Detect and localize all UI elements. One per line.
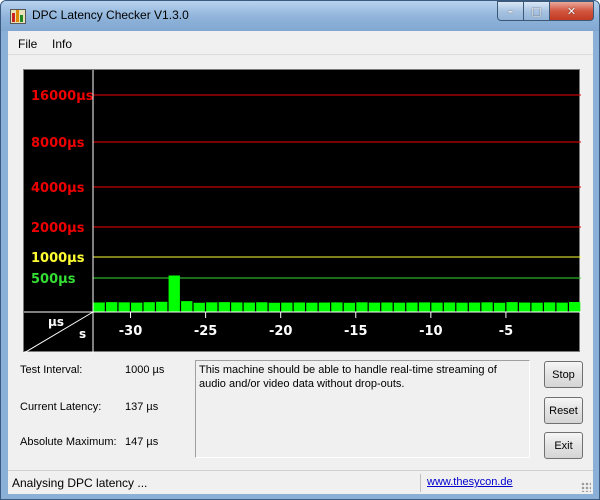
x-tick-label: -10 xyxy=(419,324,443,339)
x-tick-label: -25 xyxy=(194,324,218,339)
latency-bar xyxy=(118,302,130,312)
x-tick-label: -20 xyxy=(269,324,293,339)
x-unit-label: s xyxy=(79,327,86,341)
status-message-box: This machine should be able to handle re… xyxy=(195,360,530,458)
latency-bar xyxy=(368,302,381,312)
latency-bar xyxy=(468,302,481,312)
maximize-button[interactable]: □ xyxy=(524,1,550,21)
y-tick-label: 1000µs xyxy=(31,251,85,266)
website-link[interactable]: www.thesycon.de xyxy=(427,476,513,488)
latency-bar xyxy=(356,302,368,312)
latency-bar xyxy=(493,302,506,312)
menu-bar: File Info xyxy=(8,31,593,55)
minimize-button[interactable]: – xyxy=(497,1,524,21)
latency-bar xyxy=(443,302,456,312)
latency-bar xyxy=(556,302,568,312)
x-tick-label: -5 xyxy=(499,324,513,339)
app-window: DPC Latency Checker V1.3.0 – □ ✕ File In… xyxy=(0,0,600,500)
y-tick-label: 500µs xyxy=(31,272,76,287)
maximize-icon: □ xyxy=(531,4,542,18)
y-tick-label: 4000µs xyxy=(31,181,85,196)
current-latency-value: 137 µs xyxy=(125,401,159,413)
latency-bar xyxy=(168,275,180,312)
y-unit-label: µs xyxy=(48,315,64,329)
menu-info[interactable]: Info xyxy=(52,37,72,51)
latency-bar xyxy=(93,302,105,312)
current-latency-label: Current Latency: xyxy=(20,401,102,413)
latency-bar xyxy=(518,302,531,312)
latency-bar xyxy=(481,302,493,312)
x-tick-label: -15 xyxy=(344,324,368,339)
latency-bar xyxy=(331,302,343,312)
latency-bar xyxy=(406,302,418,312)
close-button[interactable]: ✕ xyxy=(550,1,594,21)
client-area: File Info 16000µs 8000µs 4000µs 2000µs 1000µ… xyxy=(8,31,593,494)
latency-chart: 16000µs 8000µs 4000µs 2000µs 1000µs 500µs µs s -… xyxy=(24,70,581,353)
latency-bar xyxy=(568,302,581,312)
caption-buttons: – □ ✕ xyxy=(497,1,594,21)
latency-bar xyxy=(393,302,406,312)
y-tick-label: 16000µs xyxy=(31,89,94,104)
latency-bar xyxy=(306,302,318,312)
window-title: DPC Latency Checker V1.3.0 xyxy=(32,8,189,22)
latency-bar xyxy=(206,302,218,312)
latency-bar xyxy=(506,302,518,312)
latency-bar xyxy=(318,302,331,312)
test-interval-value: 1000 µs xyxy=(125,364,165,376)
latency-bar xyxy=(543,302,556,312)
latency-bar xyxy=(256,302,268,312)
y-tick-label: 8000µs xyxy=(31,136,85,151)
stop-button[interactable]: Stop xyxy=(544,361,583,388)
latency-bar xyxy=(293,302,306,312)
resize-grip[interactable] xyxy=(581,482,591,492)
minimize-icon: – xyxy=(507,4,514,18)
latency-bar xyxy=(531,302,543,312)
test-interval-label: Test Interval: xyxy=(20,364,83,376)
x-tick-label: -30 xyxy=(119,324,143,339)
latency-bar xyxy=(243,302,255,312)
menu-file[interactable]: File xyxy=(18,37,37,51)
app-icon[interactable] xyxy=(10,9,26,24)
latency-bar xyxy=(418,302,431,312)
latency-bar xyxy=(218,302,230,312)
status-text: Analysing DPC latency ... xyxy=(12,476,148,490)
latency-bar xyxy=(131,302,143,312)
close-icon: ✕ xyxy=(566,4,577,18)
latency-bar xyxy=(268,302,280,312)
status-divider xyxy=(420,474,421,492)
status-bar: Analysing DPC latency ... www.thesycon.d… xyxy=(8,470,593,494)
latency-bar xyxy=(156,301,168,312)
title-bar[interactable]: DPC Latency Checker V1.3.0 – □ ✕ xyxy=(1,1,599,31)
absolute-maximum-label: Absolute Maximum: xyxy=(20,436,117,448)
reset-button[interactable]: Reset xyxy=(544,397,583,424)
latency-bar xyxy=(431,302,443,312)
y-tick-label: 2000µs xyxy=(31,221,85,236)
latency-bar xyxy=(381,302,393,312)
latency-graph: 16000µs 8000µs 4000µs 2000µs 1000µs 500µs µs s -… xyxy=(23,69,581,353)
latency-bar xyxy=(193,302,205,312)
latency-bar xyxy=(143,302,155,312)
absolute-maximum-value: 147 µs xyxy=(125,436,159,448)
latency-bar xyxy=(106,302,118,312)
latency-bar xyxy=(181,301,193,312)
exit-button[interactable]: Exit xyxy=(544,432,583,459)
latency-bar xyxy=(231,302,243,312)
latency-bar xyxy=(343,302,356,312)
latency-bar xyxy=(281,302,293,312)
latency-bar xyxy=(456,302,468,312)
